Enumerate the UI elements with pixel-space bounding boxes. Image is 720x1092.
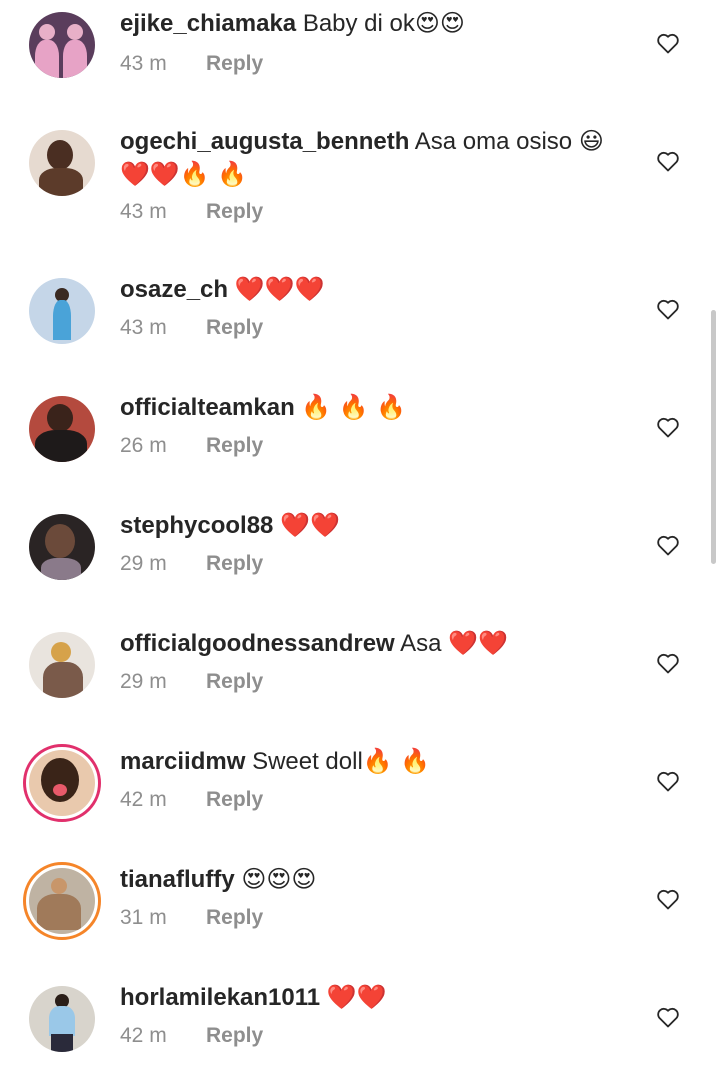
comment-body: Baby di ok (302, 10, 415, 37)
comment-item: officialgoodnessandrew Asa ❤️❤️ 29 m Repl… (0, 620, 720, 738)
reply-button[interactable]: Reply (206, 52, 263, 75)
comment-meta: 42 m Reply (120, 788, 263, 812)
reply-button[interactable]: Reply (206, 788, 263, 811)
reply-button[interactable]: Reply (206, 1024, 263, 1047)
scrollbar[interactable] (711, 310, 716, 564)
comment-text: tianafluffy 😍😍😍 (120, 863, 630, 896)
comment-meta: 29 m Reply (120, 670, 263, 694)
heart-outline-icon[interactable] (656, 298, 680, 320)
comment-meta: 43 m Reply (120, 200, 263, 224)
comment-meta: 26 m Reply (120, 434, 263, 458)
comment-text: stephycool88 ❤️❤️ (120, 509, 630, 542)
comment-meta: 43 m Reply (120, 52, 263, 76)
username[interactable]: ejike_chiamaka (120, 10, 296, 37)
comment-item: ogechi_augusta_benneth Asa oma osiso 😃 ❤… (0, 118, 720, 236)
comment-emoji: 🔥 🔥 🔥 (301, 393, 407, 421)
avatar[interactable] (23, 744, 101, 822)
comment-emoji: 🔥 🔥 (362, 747, 431, 775)
comment-text: ejike_chiamaka Baby di ok😍😍 (120, 7, 630, 40)
comment-text: osaze_ch ❤️❤️❤️ (120, 273, 630, 306)
username[interactable]: marciidmw (120, 748, 245, 775)
comment-item: tianafluffy 😍😍😍 31 m Reply (0, 856, 720, 974)
heart-outline-icon[interactable] (656, 150, 680, 172)
avatar[interactable] (29, 986, 95, 1052)
comment-item: stephycool88 ❤️❤️ 29 m Reply (0, 502, 720, 620)
reply-button[interactable]: Reply (206, 316, 263, 339)
heart-outline-icon[interactable] (656, 1006, 680, 1028)
comment-emoji: 😍😍 (414, 9, 465, 37)
avatar[interactable] (29, 514, 95, 580)
username[interactable]: officialteamkan (120, 394, 295, 421)
comment-text: officialteamkan 🔥 🔥 🔥 (120, 391, 630, 424)
comment-emoji: ❤️❤️ (280, 511, 340, 539)
username[interactable]: officialgoodnessandrew (120, 630, 395, 657)
timestamp: 43 m (120, 52, 167, 75)
comment-emoji: 😍😍😍 (241, 865, 317, 893)
comment-text: marciidmw Sweet doll🔥 🔥 (120, 745, 630, 778)
comment-meta: 29 m Reply (120, 552, 263, 576)
comment-emoji: ❤️❤️ (326, 983, 387, 1011)
comment-emoji: ❤️❤️❤️ (234, 275, 325, 303)
timestamp: 26 m (120, 434, 167, 457)
heart-outline-icon[interactable] (656, 770, 680, 792)
comment-emoji: 😃 (578, 127, 604, 155)
reply-button[interactable]: Reply (206, 434, 263, 457)
username[interactable]: tianafluffy (120, 866, 235, 893)
reply-button[interactable]: Reply (206, 200, 263, 223)
timestamp: 29 m (120, 552, 167, 575)
heart-outline-icon[interactable] (656, 416, 680, 438)
heart-outline-icon[interactable] (656, 534, 680, 556)
username[interactable]: osaze_ch (120, 276, 228, 303)
comment-emoji: ❤️❤️ (448, 629, 508, 657)
comment-body: Asa (400, 630, 442, 657)
heart-outline-icon[interactable] (656, 652, 680, 674)
timestamp: 43 m (120, 316, 167, 339)
comment-item: ejike_chiamaka Baby di ok😍😍 43 m Reply (0, 0, 720, 118)
timestamp: 29 m (120, 670, 167, 693)
reply-button[interactable]: Reply (206, 552, 263, 575)
comment-meta: 31 m Reply (120, 906, 263, 930)
timestamp: 31 m (120, 906, 167, 929)
comment-text: ogechi_augusta_benneth Asa oma osiso 😃 ❤… (120, 125, 630, 191)
avatar[interactable] (29, 632, 95, 698)
username[interactable]: horlamilekan1011 (120, 984, 320, 1011)
reply-button[interactable]: Reply (206, 906, 263, 929)
avatar[interactable] (29, 278, 95, 344)
timestamp: 42 m (120, 788, 167, 811)
comment-emoji-line2: ❤️❤️🔥 🔥 (120, 160, 248, 188)
comment-body: Asa oma osiso (414, 128, 573, 155)
avatar[interactable] (29, 12, 95, 78)
timestamp: 42 m (120, 1024, 167, 1047)
comment-item: osaze_ch ❤️❤️❤️ 43 m Reply (0, 266, 720, 384)
reply-button[interactable]: Reply (206, 670, 263, 693)
comment-text: horlamilekan1011 ❤️❤️ (120, 981, 630, 1014)
avatar[interactable] (23, 862, 101, 940)
username[interactable]: ogechi_augusta_benneth (120, 128, 409, 155)
avatar[interactable] (29, 396, 95, 462)
heart-outline-icon[interactable] (656, 32, 680, 54)
comment-meta: 43 m Reply (120, 316, 263, 340)
comment-item: officialteamkan 🔥 🔥 🔥 26 m Reply (0, 384, 720, 502)
comment-text: officialgoodnessandrew Asa ❤️❤️ (120, 627, 630, 660)
comment-meta: 42 m Reply (120, 1024, 263, 1048)
username[interactable]: stephycool88 (120, 512, 273, 539)
timestamp: 43 m (120, 200, 167, 223)
comment-body: Sweet doll (252, 748, 363, 775)
avatar[interactable] (29, 130, 95, 196)
comment-item: horlamilekan1011 ❤️❤️ 42 m Reply (0, 974, 720, 1092)
heart-outline-icon[interactable] (656, 888, 680, 910)
comment-item: marciidmw Sweet doll🔥 🔥 42 m Reply (0, 738, 720, 856)
